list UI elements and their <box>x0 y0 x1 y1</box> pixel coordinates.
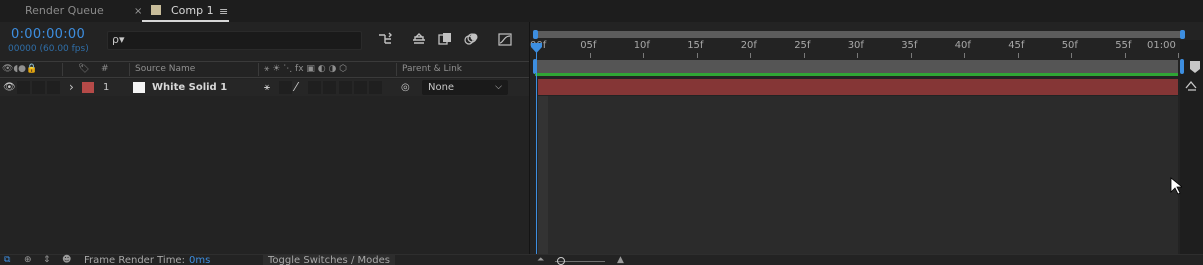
search-icon: ρ▾ <box>112 33 125 46</box>
cache-indicator-line <box>535 73 1178 76</box>
lock-toggle[interactable] <box>47 81 60 94</box>
zoom-slider-knob[interactable] <box>557 257 565 265</box>
ruler-tick <box>643 53 644 58</box>
time-navigator-end-handle[interactable] <box>1180 30 1185 39</box>
adjustment-switch[interactable] <box>354 81 367 94</box>
layer-name[interactable]: White Solid 1 <box>152 79 227 96</box>
frame-count-fps: 00000 (60.00 fps) <box>8 44 89 54</box>
playhead-handle[interactable] <box>531 43 542 53</box>
ruler-tick <box>1178 53 1179 58</box>
ruler-label: 55f <box>1115 40 1132 51</box>
toggle-switches-modes-button[interactable]: Toggle Switches / Modes <box>263 255 395 265</box>
ruler-tick <box>1124 53 1126 58</box>
timeline-empty-area[interactable] <box>538 96 1178 254</box>
layer-end-icon <box>1184 80 1198 95</box>
audio-toggle[interactable] <box>17 81 30 94</box>
ruler-tick <box>750 53 751 58</box>
ruler-label: 20f <box>740 40 757 51</box>
quality-switch-icon[interactable]: ⁄ <box>295 79 297 96</box>
mouse-cursor-icon <box>1170 177 1182 195</box>
ruler-label: 01:00 <box>1147 40 1176 51</box>
frame-blend-switch[interactable] <box>323 81 336 94</box>
layer-duration-bar[interactable] <box>538 79 1178 95</box>
column-divider <box>129 63 130 76</box>
composition-flowchart-icon[interactable] <box>377 32 395 48</box>
ruler-tick <box>1071 53 1072 58</box>
column-divider <box>62 63 63 76</box>
chevron-down-icon: ⌵ <box>495 82 502 92</box>
timeline-panel: 00f05f10f15f20f25f30f35f40f45f50f55f01:0… <box>530 22 1203 254</box>
playhead-line[interactable] <box>536 44 537 254</box>
ruler-label: 35f <box>901 40 918 51</box>
ruler-tick <box>964 53 965 58</box>
ruler-label: 45f <box>1008 40 1025 51</box>
motion-blur-icon[interactable] <box>462 32 480 48</box>
ruler-tick <box>803 53 805 58</box>
column-header-row: 👁◖●🔒 🏷 # Source Name ⚹ ☀ ⋱ fx ▣ ◐ ◑ ⬡ Pa… <box>0 61 530 78</box>
av-features-header[interactable]: 👁◖●🔒 <box>2 62 37 77</box>
in-out-icon[interactable]: ⇕ <box>43 255 51 265</box>
effects-switch[interactable] <box>308 81 321 94</box>
search-input[interactable]: ρ▾ <box>107 31 362 50</box>
parent-dropdown[interactable]: None ⌵ <box>422 80 508 95</box>
pick-whip-icon[interactable]: ◎ <box>401 79 410 96</box>
parent-value: None <box>428 82 455 93</box>
comp-swatch-icon <box>151 5 161 15</box>
layer-label-color[interactable] <box>82 82 94 93</box>
frame-blending-icon[interactable] <box>436 32 454 48</box>
layer-panel: 0:00:00:00 00000 (60.00 fps) ρ▾ 👁◖●🔒 🏷 #… <box>0 22 530 250</box>
stretch-icon[interactable]: ☻ <box>62 255 71 265</box>
source-name-header[interactable]: Source Name <box>135 62 195 77</box>
ruler-label: 05f <box>580 40 597 51</box>
work-area-end-handle[interactable] <box>1180 59 1184 74</box>
draft-3d-icon[interactable] <box>410 32 428 48</box>
zoom-in-icon[interactable]: ▲ <box>617 255 624 265</box>
switches-header[interactable]: ⚹ ☀ ⋱ fx ▣ ◐ ◑ ⬡ <box>264 62 347 77</box>
ruler-label: 15f <box>687 40 704 51</box>
ruler-tick <box>589 53 591 58</box>
ruler-tick <box>696 53 698 58</box>
3d-layer-switch[interactable] <box>369 81 382 94</box>
ruler-label: 40f <box>954 40 971 51</box>
transfer-controls-icon[interactable]: ⊕ <box>24 255 32 265</box>
work-area-bar[interactable] <box>535 60 1178 73</box>
motion-blur-switch[interactable] <box>339 81 352 94</box>
status-bar: ⧉ ⊕ ⇕ ☻ Frame Render Time: 0ms Toggle Sw… <box>0 254 1203 265</box>
column-divider <box>258 63 259 76</box>
column-divider <box>396 63 397 76</box>
eye-icon[interactable]: 👁 <box>3 79 16 96</box>
label-header-icon[interactable]: 🏷 <box>78 62 89 77</box>
zoom-out-icon[interactable]: ⏶ <box>537 255 544 265</box>
ruler-tick <box>857 53 858 58</box>
layer-number-header[interactable]: # <box>101 62 109 77</box>
time-navigator-start-handle[interactable] <box>533 30 538 39</box>
tab-render-queue[interactable]: Render Queue <box>25 0 104 22</box>
parent-link-header[interactable]: Parent & Link <box>402 62 462 77</box>
ruler-label: 25f <box>794 40 811 51</box>
collapse-switch[interactable] <box>279 81 292 94</box>
ruler-label: 50f <box>1061 40 1078 51</box>
ruler-tick <box>910 53 912 58</box>
frame-render-time-label: Frame Render Time: <box>84 255 185 265</box>
graph-editor-icon[interactable] <box>496 32 514 48</box>
tab-comp-1[interactable]: Comp 1 <box>171 0 214 22</box>
solid-thumbnail-icon <box>133 82 145 93</box>
comp-marker-bin-icon[interactable] <box>1189 60 1201 74</box>
layer-number: 1 <box>103 82 110 93</box>
ruler-tick <box>1017 53 1019 58</box>
timeline-start-shade <box>538 96 548 254</box>
ruler-label: 30f <box>847 40 864 51</box>
frame-render-time-value: 0ms <box>189 255 211 265</box>
current-time-display[interactable]: 0:00:00:00 <box>11 27 85 42</box>
expand-arrow-icon[interactable]: › <box>69 79 74 96</box>
time-navigator-bar[interactable] <box>534 31 1184 38</box>
layer-switches-icon[interactable]: ⧉ <box>4 255 10 265</box>
tab-bar: Render Queue × Comp 1 ≡ <box>0 0 1203 22</box>
ruler-label: 10f <box>633 40 650 51</box>
solo-toggle[interactable] <box>32 81 45 94</box>
shy-switch-icon[interactable]: ⚹ <box>264 79 270 96</box>
layer-row[interactable]: 👁 › 1 White Solid 1 ⚹ ⁄ ◎ None ⌵ <box>0 79 530 96</box>
